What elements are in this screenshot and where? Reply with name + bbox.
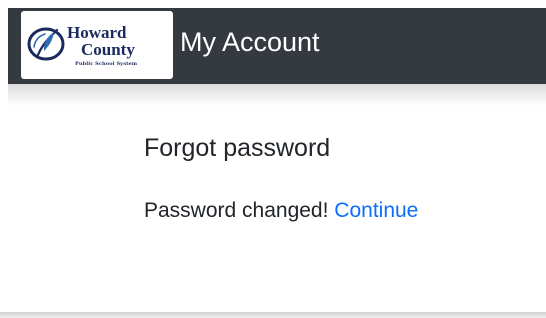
logo-subtitle: Public School System [75,61,138,67]
page-title: Forgot password [144,134,331,162]
app-title: My Account [180,27,320,57]
header-bar: Howard County Public School System My Ac… [8,8,546,84]
continue-link[interactable]: Continue [334,199,418,222]
district-logo[interactable]: Howard County Public School System [21,11,173,79]
district-logo-graphic: Howard County [27,23,135,61]
status-text: Password changed! [144,199,335,222]
main-content: Forgot password Password changed! Contin… [8,84,546,312]
bottom-divider [0,312,546,318]
status-message: Password changed! Continue [144,200,418,221]
logo-word-county: County [81,40,135,59]
page: Howard County Public School System My Ac… [0,0,546,318]
flame-emblem-icon [27,27,65,61]
